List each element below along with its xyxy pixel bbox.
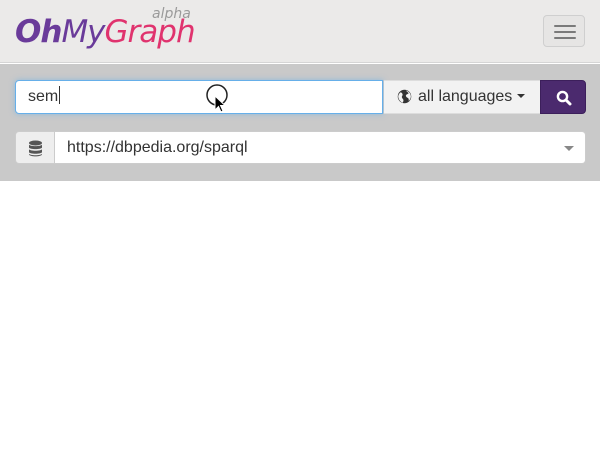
search-panel: sem all languages https://dbpedia.org/sp… bbox=[0, 64, 600, 181]
caret-down-icon bbox=[517, 94, 526, 98]
alpha-badge: alpha bbox=[152, 6, 191, 22]
mouse-cursor-icon bbox=[205, 84, 231, 123]
globe-icon bbox=[397, 84, 412, 116]
language-label: all languages bbox=[418, 88, 513, 105]
text-caret bbox=[59, 86, 61, 104]
dropdown-arrow-icon bbox=[564, 146, 574, 151]
hamburger-icon bbox=[554, 25, 576, 27]
brand-oh: Oh bbox=[15, 14, 62, 50]
language-dropdown-button[interactable]: all languages bbox=[384, 80, 541, 114]
brand-my: My bbox=[61, 14, 105, 50]
endpoint-value: https://dbpedia.org/sparql bbox=[67, 139, 248, 156]
endpoint-select[interactable]: https://dbpedia.org/sparql bbox=[55, 131, 586, 164]
database-icon bbox=[29, 140, 42, 157]
database-addon bbox=[15, 131, 55, 164]
hamburger-icon-bar bbox=[554, 37, 576, 39]
search-input[interactable]: sem bbox=[15, 80, 383, 114]
menu-toggle-button[interactable] bbox=[543, 15, 585, 47]
search-input-value: sem bbox=[28, 88, 59, 105]
hamburger-icon-bar bbox=[554, 31, 576, 33]
search-icon bbox=[556, 90, 572, 106]
navbar: OhMyGraph alpha bbox=[0, 0, 600, 63]
search-button[interactable] bbox=[540, 80, 586, 114]
